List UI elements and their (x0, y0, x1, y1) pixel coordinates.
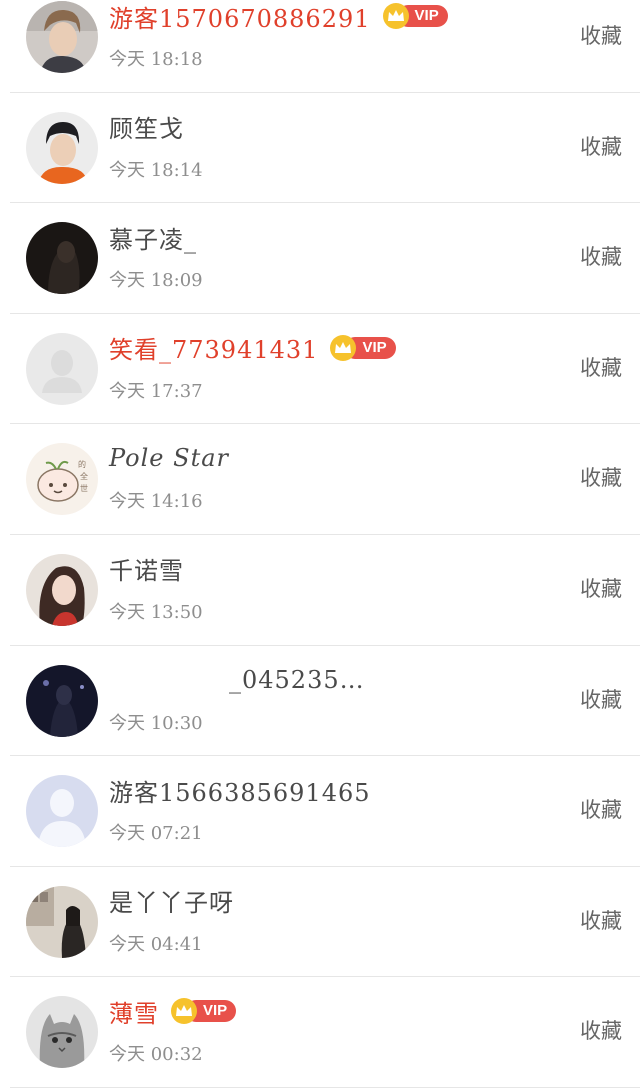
crown-icon (382, 3, 409, 29)
visitor-name: 笑看_773941431 (109, 336, 319, 365)
collect-button[interactable]: 收藏 (580, 573, 622, 603)
collect-button[interactable]: 收藏 (580, 1015, 622, 1045)
visit-time: 今天 04:41 (109, 933, 203, 955)
avatar[interactable] (26, 664, 98, 737)
list-item[interactable]: 千诺雪 今天 13:50 收藏 (10, 535, 640, 646)
visitor-name: _045235… (229, 665, 365, 694)
list-item[interactable]: 游客1566385691465 今天 07:21 收藏 (10, 756, 640, 867)
avatar[interactable] (26, 885, 98, 958)
vip-badge: VIP (171, 998, 237, 1025)
visitor-name: 慕子凌_ (109, 225, 197, 254)
svg-text:世: 世 (80, 483, 88, 493)
collect-button[interactable]: 收藏 (580, 794, 622, 824)
svg-text:全: 全 (80, 471, 88, 481)
visitor-name: 游客1570670886291 (109, 4, 371, 33)
avatar[interactable] (26, 111, 98, 184)
avatar[interactable] (26, 996, 98, 1069)
avatar[interactable] (26, 553, 98, 626)
collect-button[interactable]: 收藏 (580, 684, 622, 714)
visitor-name: 是丫丫子呀 (109, 889, 234, 918)
vip-badge: VIP (382, 3, 448, 29)
visit-time: 今天 00:32 (109, 1044, 203, 1066)
visit-time: 今天 18:09 (109, 270, 203, 292)
visit-time: 今天 10:30 (109, 712, 203, 734)
avatar[interactable] (26, 775, 98, 848)
list-item[interactable]: 是丫丫子呀 今天 04:41 收藏 (10, 867, 640, 978)
visit-time: 今天 17:37 (109, 380, 203, 402)
collect-button[interactable]: 收藏 (580, 352, 622, 382)
avatar[interactable] (26, 332, 98, 405)
visitor-list: 游客1570670886291 VIP 今天 18:18 收藏 顾笙戈 今天 1… (0, 0, 640, 1088)
visitor-name: Pole Star (109, 444, 229, 473)
collect-button[interactable]: 收藏 (580, 905, 622, 935)
collect-button[interactable]: 收藏 (580, 131, 622, 161)
vip-badge: VIP (330, 334, 396, 361)
list-item[interactable]: _045235… 今天 10:30 收藏 (10, 646, 640, 757)
visit-time: 今天 07:21 (109, 823, 203, 845)
visitor-name: 游客1566385691465 (109, 778, 371, 807)
visitor-name: 顾笙戈 (109, 115, 184, 144)
collect-button[interactable]: 收藏 (580, 241, 622, 271)
list-item[interactable]: 游客1570670886291 VIP 今天 18:18 收藏 (10, 0, 640, 93)
avatar[interactable]: 的 全 世 (26, 443, 98, 516)
list-item[interactable]: 笑看_773941431 VIP 今天 17:37 收藏 (10, 314, 640, 425)
collect-button[interactable]: 收藏 (580, 20, 622, 50)
visit-time: 今天 13:50 (109, 601, 203, 623)
visitor-name: 薄雪 (109, 999, 159, 1028)
collect-button[interactable]: 收藏 (580, 462, 622, 492)
list-item[interactable]: 的 全 世 Pole Star 今天 14:16 收藏 (10, 424, 640, 535)
visitor-name: 千诺雪 (109, 557, 184, 586)
avatar[interactable] (26, 1, 98, 73)
visit-time: 今天 18:18 (109, 49, 203, 70)
list-item[interactable]: 薄雪 VIP 今天 00:32 收藏 (10, 977, 640, 1088)
visit-time: 今天 18:14 (109, 159, 203, 181)
visit-time: 今天 14:16 (109, 491, 203, 513)
svg-text:的: 的 (78, 459, 86, 469)
list-item[interactable]: 慕子凌_ 今天 18:09 收藏 (10, 203, 640, 314)
list-item[interactable]: 顾笙戈 今天 18:14 收藏 (10, 93, 640, 204)
avatar[interactable] (26, 222, 98, 295)
